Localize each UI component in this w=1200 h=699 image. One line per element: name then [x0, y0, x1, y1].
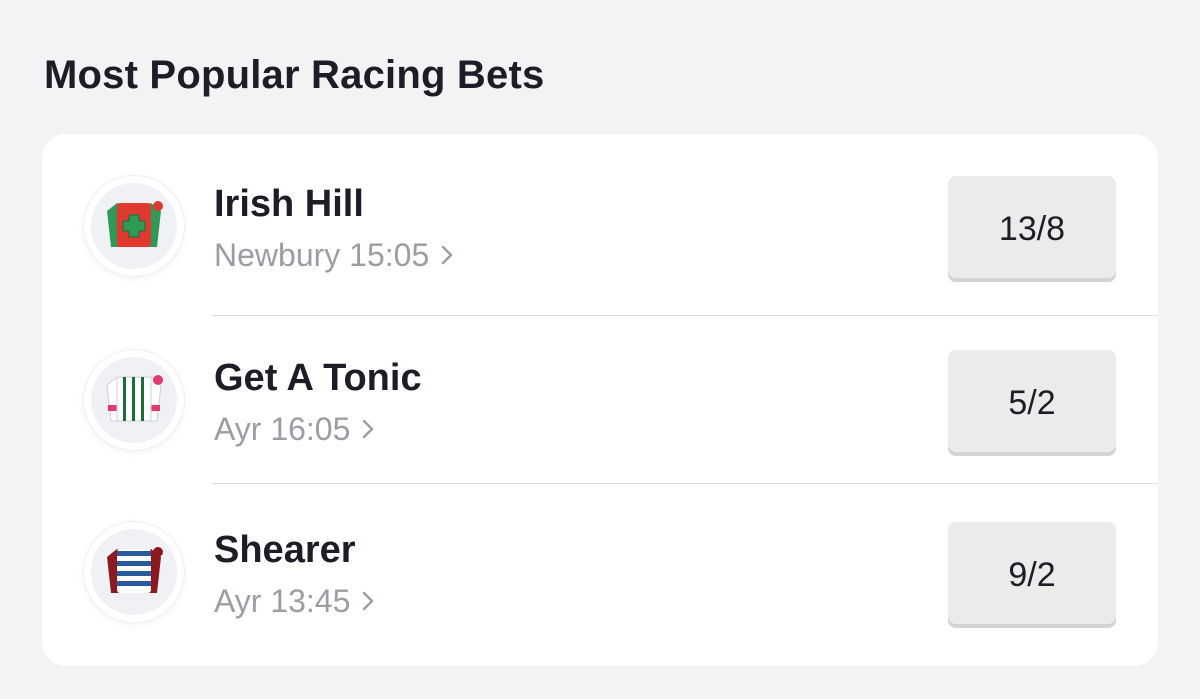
bets-card: Irish Hill Newbury 15:05 13/8 Get A Toni…	[42, 134, 1158, 666]
race-time: Ayr 16:05	[214, 411, 351, 447]
silk-avatar	[84, 176, 184, 276]
chevron-right-icon	[363, 591, 374, 611]
chevron-right-icon	[363, 419, 374, 439]
race-time: Newbury 15:05	[214, 237, 430, 273]
silk-avatar	[84, 522, 184, 622]
odds-button[interactable]: 13/8	[948, 176, 1116, 282]
race-link[interactable]: Ayr 16:05	[214, 410, 374, 448]
runner-name: Get A Tonic	[214, 357, 422, 399]
runner-name: Shearer	[214, 529, 356, 571]
odds-button[interactable]: 5/2	[948, 350, 1116, 456]
race-time: Ayr 13:45	[214, 583, 351, 619]
runner-name: Irish Hill	[214, 183, 364, 225]
race-link[interactable]: Newbury 15:05	[214, 236, 453, 274]
bet-row: Irish Hill Newbury 15:05 13/8	[42, 136, 1158, 306]
odds-button[interactable]: 9/2	[948, 522, 1116, 628]
race-link[interactable]: Ayr 13:45	[214, 582, 374, 620]
bet-row: Shearer Ayr 13:45 9/2	[42, 482, 1158, 652]
popular-bets-page: Most Popular Racing Bets Irish Hill Newb…	[0, 0, 1200, 699]
silk-avatar	[84, 350, 184, 450]
silk-blue-white-hoops-icon	[107, 547, 163, 593]
section-title: Most Popular Racing Bets	[44, 53, 545, 97]
chevron-right-icon	[442, 245, 453, 265]
silk-red-green-cross-icon	[107, 201, 163, 247]
silk-white-green-stripes-icon	[106, 375, 163, 422]
bet-row: Get A Tonic Ayr 16:05 5/2	[42, 310, 1158, 480]
